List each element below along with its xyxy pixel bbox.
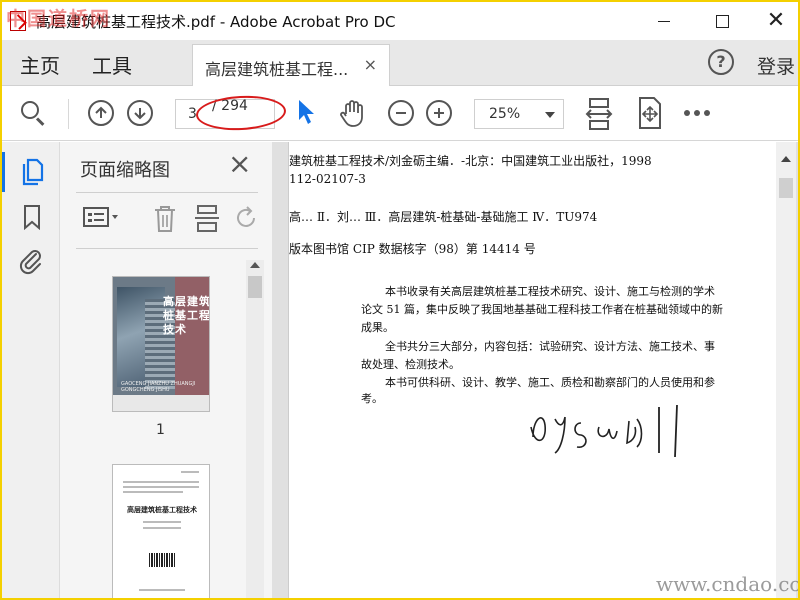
document-page: 建筑桩基工程技术/刘金砺主编．-北京：中国建筑工业出版社，1998 112-02… bbox=[288, 142, 778, 598]
doc-paragraph-line: 本书收录有关高层建筑桩基工程技术研究、设计、施工与检测的学术 bbox=[385, 285, 715, 298]
zoom-in-button[interactable] bbox=[426, 100, 452, 126]
doc-line: 高… Ⅱ．刘… Ⅲ．高层建筑-桩基础-基础施工 Ⅳ．TU974 bbox=[289, 210, 598, 224]
hand-tool-icon[interactable] bbox=[338, 98, 368, 128]
panel-divider bbox=[76, 192, 258, 193]
search-icon[interactable] bbox=[19, 99, 47, 127]
page-thumbnails-panel: 页面缩略图 × 高层建筑桩基工程技术 GAOCENG JIANZHU ZHUAN… bbox=[60, 142, 272, 598]
close-window-button[interactable]: ✕ bbox=[748, 2, 798, 40]
chevron-down-icon bbox=[545, 112, 555, 118]
barcode-graphic bbox=[149, 553, 175, 567]
scroll-mode-icon[interactable] bbox=[585, 98, 613, 130]
document-scrollbar[interactable] bbox=[776, 142, 796, 598]
doc-line: 版本图书馆 CIP 数据核字（98）第 14414 号 bbox=[289, 242, 536, 256]
thumbnail-page-title: 高层建筑桩基工程技术 bbox=[127, 506, 197, 514]
extract-pages-icon[interactable] bbox=[194, 204, 220, 234]
handwritten-signature bbox=[530, 404, 678, 458]
document-tab[interactable]: 高层建筑桩基工程... × bbox=[192, 44, 390, 86]
thumbnail-page-label: 1 bbox=[156, 422, 165, 438]
cover-title: 高层建筑桩基工程技术 bbox=[163, 295, 210, 336]
left-tool-rail bbox=[2, 142, 60, 598]
thumbnail-scrollbar[interactable] bbox=[246, 260, 264, 598]
doc-paragraph-line: 论文 51 篇，集中反映了我国地基基础工程科技工作者在桩基础领域中的新 bbox=[361, 303, 723, 316]
doc-paragraph-line: 全书共分三大部分，内容包括：试验研究、设计方法、施工技术、事 bbox=[385, 340, 715, 353]
nav-bar: 主页 工具 高层建筑桩基工程... × ? 登录 bbox=[2, 40, 798, 86]
doc-paragraph-line: 成果。 bbox=[361, 321, 394, 334]
page-thumbnails-icon[interactable] bbox=[19, 158, 45, 186]
home-tab[interactable]: 主页 bbox=[20, 50, 60, 79]
zoom-value: 25% bbox=[489, 106, 521, 122]
minimize-button[interactable] bbox=[636, 2, 692, 40]
doc-paragraph-line: 本书可供科研、设计、教学、施工、质检和勘察部门的人员使用和参 bbox=[385, 376, 715, 389]
active-indicator bbox=[2, 152, 5, 192]
page-thumbnail-2[interactable]: 高层建筑桩基工程技术 bbox=[112, 464, 210, 598]
previous-page-button[interactable] bbox=[88, 100, 114, 126]
app-window: 高层建筑桩基工程技术.pdf - Adobe Acrobat Pro DC ✕ … bbox=[0, 0, 800, 600]
toolbar: 3 25% bbox=[2, 87, 798, 141]
close-tab-button[interactable]: × bbox=[364, 55, 377, 74]
login-button[interactable]: 登录 bbox=[757, 52, 795, 79]
plus-icon bbox=[434, 108, 444, 118]
cover-subtitle: GAOCENG JIANZHU ZHUANGJI GONGCHENG JISHU bbox=[121, 381, 196, 393]
next-page-button[interactable] bbox=[127, 100, 153, 126]
bookmark-icon[interactable] bbox=[22, 204, 42, 230]
page-thumbnail-1[interactable]: 高层建筑桩基工程技术 GAOCENG JIANZHU ZHUANGJI GONG… bbox=[112, 276, 210, 412]
rotate-page-icon[interactable] bbox=[234, 204, 260, 234]
close-icon: ✕ bbox=[766, 8, 786, 33]
toolbar-divider bbox=[68, 99, 69, 129]
arrow-up-icon bbox=[95, 106, 107, 118]
select-cursor-icon[interactable] bbox=[296, 98, 318, 126]
document-tab-label: 高层建筑桩基工程... bbox=[205, 60, 349, 79]
help-icon[interactable]: ? bbox=[708, 49, 734, 75]
maximize-button[interactable] bbox=[694, 2, 750, 40]
close-panel-button[interactable]: × bbox=[228, 150, 251, 178]
title-bar: 高层建筑桩基工程技术.pdf - Adobe Acrobat Pro DC ✕ bbox=[2, 2, 798, 40]
more-options-icon[interactable] bbox=[683, 109, 711, 117]
fit-page-icon[interactable] bbox=[634, 97, 664, 129]
minus-icon bbox=[396, 112, 406, 114]
watermark-bottom-right: www.cndao.com bbox=[656, 572, 798, 596]
options-menu-icon[interactable] bbox=[82, 204, 122, 232]
arrow-down-icon bbox=[134, 108, 146, 120]
document-viewer: 建筑桩基工程技术/刘金砺主编．-北京：中国建筑工业出版社，1998 112-02… bbox=[272, 142, 798, 598]
panel-divider bbox=[76, 248, 258, 249]
tools-tab[interactable]: 工具 bbox=[92, 50, 132, 79]
trash-icon[interactable] bbox=[152, 204, 178, 234]
doc-line: 112-02107-3 bbox=[289, 172, 366, 186]
watermark-top-left: 中国道桥网 bbox=[6, 8, 112, 30]
attachment-icon[interactable] bbox=[18, 246, 44, 276]
doc-paragraph-line: 故处理、检测技术。 bbox=[361, 358, 460, 371]
doc-line: 建筑桩基工程技术/刘金砺主编．-北京：中国建筑工业出版社，1998 bbox=[289, 154, 652, 168]
zoom-level-select[interactable]: 25% bbox=[474, 99, 564, 129]
doc-paragraph-line: 考。 bbox=[361, 392, 383, 405]
panel-title: 页面缩略图 bbox=[80, 160, 170, 181]
zoom-out-button[interactable] bbox=[388, 100, 414, 126]
